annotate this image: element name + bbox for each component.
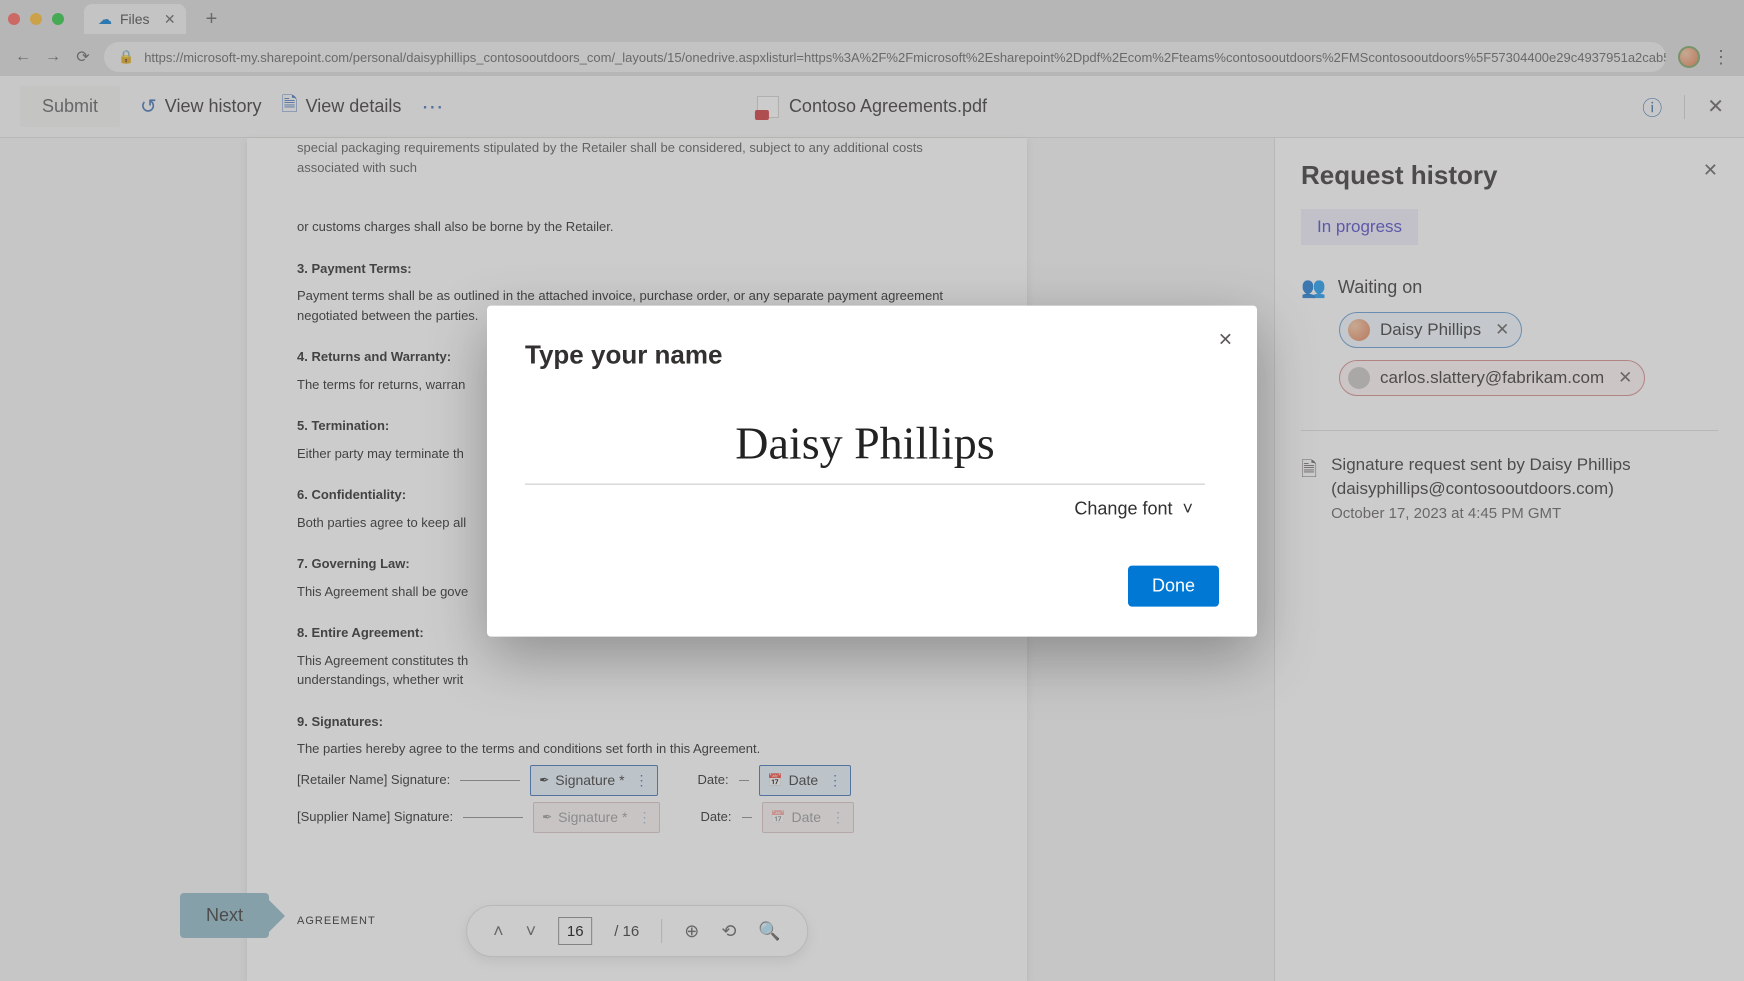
done-button[interactable]: Done — [1128, 565, 1219, 606]
change-font-label: Change font — [1074, 498, 1172, 519]
signature-name-input[interactable] — [525, 410, 1205, 484]
type-name-modal: Type your name ✕ Change font ˅ Done — [487, 305, 1257, 636]
chevron-down-icon: ˅ — [1182, 498, 1193, 519]
modal-title: Type your name — [525, 339, 1219, 370]
modal-close-icon[interactable]: ✕ — [1218, 329, 1233, 350]
change-font-button[interactable]: Change font ˅ — [1074, 498, 1193, 519]
